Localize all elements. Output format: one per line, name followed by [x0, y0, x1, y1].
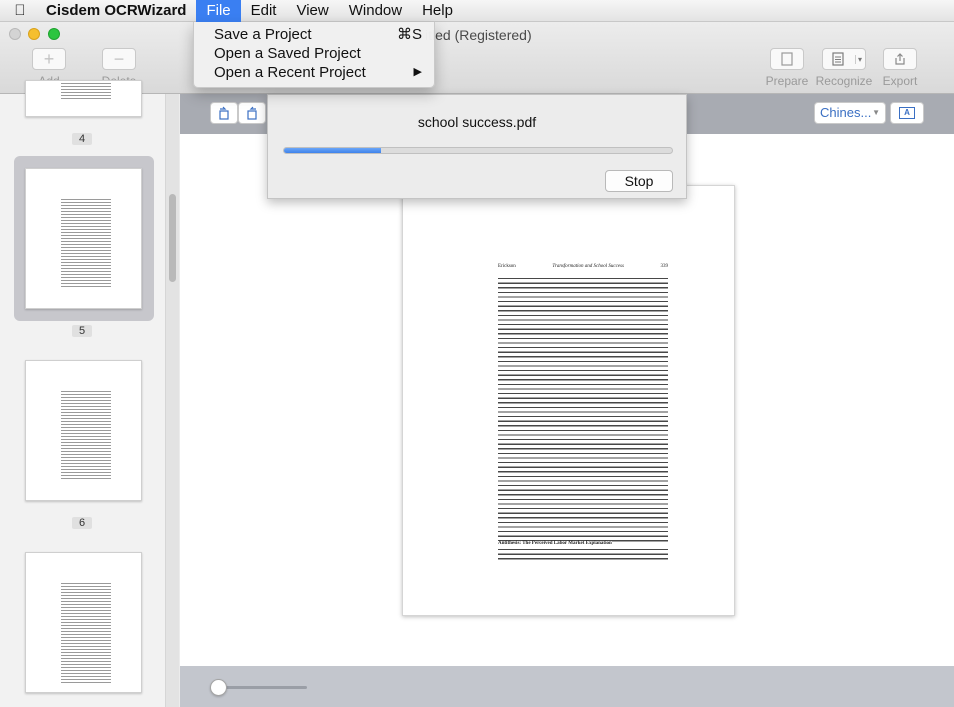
zoom-slider-track[interactable]	[215, 686, 307, 689]
language-select[interactable]: Chines... ▼	[814, 102, 886, 124]
progress-bar-fill	[284, 148, 381, 153]
menu-item-shortcut: ⌘S	[396, 26, 422, 43]
menu-help[interactable]: Help	[412, 0, 463, 22]
window-toolbar: itled (Registered) + Add − Delete Prepar…	[0, 22, 954, 94]
menu-bar:  Cisdem OCRWizard File Edit View Window…	[0, 0, 954, 22]
text-mode-button[interactable]: A	[890, 102, 924, 124]
menu-view[interactable]: View	[286, 0, 338, 22]
page-icon	[781, 52, 793, 66]
plus-icon: +	[43, 48, 55, 69]
export-button[interactable]	[883, 48, 917, 70]
menu-item-open-recent-project[interactable]: Open a Recent Project ▶	[194, 63, 434, 82]
apple-icon[interactable]: 	[0, 2, 40, 19]
delete-button[interactable]: −	[102, 48, 136, 70]
page-section-heading: Antithesis: The Perceived Labor Market E…	[498, 541, 612, 546]
sidebar-scrollbar[interactable]	[165, 94, 179, 707]
minus-icon: −	[113, 48, 125, 69]
menu-window[interactable]: Window	[339, 0, 412, 22]
app-name-menu[interactable]: Cisdem OCRWizard	[40, 2, 196, 19]
prepare-button[interactable]	[770, 48, 804, 70]
page-header-author: Erickson	[498, 264, 516, 269]
menu-item-label: Save a Project	[214, 26, 312, 43]
page-thumbnail[interactable]	[25, 552, 142, 693]
document-page[interactable]: Erickson Transformation and School Succe…	[402, 185, 735, 616]
share-icon	[895, 53, 905, 65]
page-number: 4	[72, 133, 92, 145]
window-title: itled (Registered)	[425, 27, 532, 43]
text-box-icon: A	[899, 107, 915, 119]
submenu-arrow-icon: ▶	[413, 66, 422, 78]
recognize-button[interactable]: ▾	[822, 48, 866, 70]
menu-item-label: Open a Saved Project	[214, 45, 361, 62]
file-menu-dropdown: Save a Project ⌘S Open a Saved Project O…	[193, 22, 435, 88]
progress-bar	[283, 147, 673, 154]
page-thumbnail[interactable]	[25, 360, 142, 501]
minimize-window-button[interactable]	[28, 28, 40, 40]
page-body-text	[498, 549, 668, 563]
page-body-text	[498, 278, 668, 542]
progress-file-name: school success.pdf	[417, 114, 537, 130]
rotate-right-button[interactable]	[238, 102, 266, 124]
menu-item-save-project[interactable]: Save a Project ⌘S	[194, 25, 434, 44]
chevron-down-icon: ▼	[872, 108, 880, 117]
close-window-button[interactable]	[9, 28, 21, 40]
page-number: 6	[72, 517, 92, 529]
recognize-label: Recognize	[815, 74, 873, 88]
export-label: Export	[882, 74, 918, 88]
menu-edit[interactable]: Edit	[241, 0, 287, 22]
page-header-title: Transformation and School Success	[552, 264, 624, 269]
menu-file[interactable]: File	[196, 0, 241, 22]
progress-dialog: school success.pdf Stop	[267, 94, 687, 199]
scrollbar-thumb[interactable]	[169, 194, 176, 282]
document-text-icon	[832, 52, 844, 66]
chevron-down-icon[interactable]: ▾	[854, 54, 862, 64]
page-thumbnail[interactable]	[25, 80, 142, 117]
prepare-label: Prepare	[765, 74, 809, 88]
zoom-slider-knob[interactable]	[210, 679, 227, 696]
menu-item-open-saved-project[interactable]: Open a Saved Project	[194, 44, 434, 63]
add-button[interactable]: +	[32, 48, 66, 70]
language-value: Chines...	[820, 105, 872, 120]
page-number: 5	[72, 325, 92, 337]
stop-button[interactable]: Stop	[605, 170, 673, 192]
rotate-left-button[interactable]	[210, 102, 238, 124]
rotate-left-icon	[219, 106, 229, 120]
page-header: Erickson Transformation and School Succe…	[498, 264, 668, 269]
zoom-window-button[interactable]	[48, 28, 60, 40]
rotate-right-icon	[247, 106, 257, 120]
page-header-number: 339	[660, 264, 669, 269]
page-thumbnail-selected[interactable]	[25, 168, 142, 309]
menu-item-label: Open a Recent Project	[214, 64, 366, 81]
